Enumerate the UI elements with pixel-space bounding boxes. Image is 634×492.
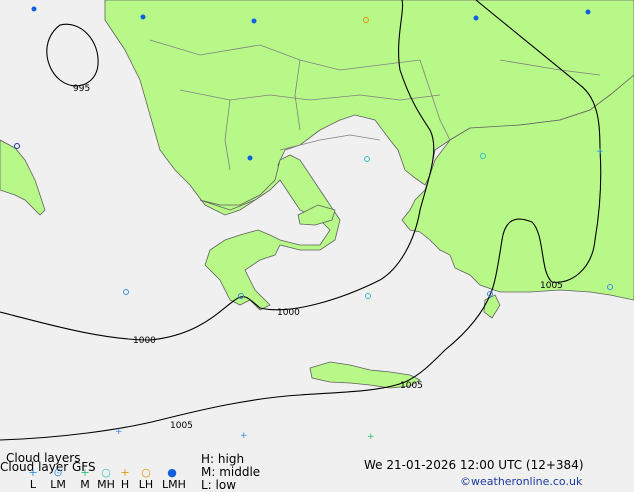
legend-code-h: H [120, 478, 130, 491]
isobar-label: 1005 [540, 281, 563, 291]
legend-symbol-l: + [28, 466, 38, 479]
lmh-symbol [251, 18, 257, 24]
isobar-label: 995 [73, 84, 90, 94]
isobar-label: 1005 [170, 421, 193, 431]
legend-code-lh: LH [138, 478, 154, 491]
key-low: L: low [201, 478, 237, 492]
isobar-label: 1000 [133, 336, 156, 346]
legend-code-m: M [80, 478, 90, 491]
lmh-symbol [31, 6, 37, 12]
lmh-symbol [247, 155, 253, 161]
l-symbol: + [115, 427, 123, 437]
legend-symbol-lm: ⊙ [53, 466, 63, 479]
l-symbol: + [596, 147, 604, 157]
l-symbol: + [240, 431, 248, 441]
legend-code-l: L [29, 478, 37, 491]
legend-code-lmh: LMH [162, 478, 186, 491]
weather-map: 995 1000 1000 1005 1005 1005 + + + + [0, 0, 634, 490]
isobar-label: 1005 [400, 381, 423, 391]
lmh-symbol [473, 15, 479, 21]
lmh-symbol [585, 9, 591, 15]
isobar-label: 1000 [277, 308, 300, 318]
legend-code-mh: MH [97, 478, 115, 491]
valid-time: We 21-01-2026 12:00 UTC (12+384) [364, 458, 584, 472]
legend-symbol-mh: ○ [101, 466, 111, 479]
lmh-symbol [140, 14, 146, 20]
legend-symbol-m: + [80, 466, 90, 479]
legend-code-lm: LM [50, 478, 66, 491]
legend-symbol-lmh: ● [167, 466, 177, 479]
legend-symbol-lh: ○ [141, 466, 151, 479]
m-symbol: + [367, 432, 375, 442]
legend-symbol-h: + [120, 466, 130, 479]
credit-link[interactable]: ©weatheronline.co.uk [460, 475, 582, 488]
